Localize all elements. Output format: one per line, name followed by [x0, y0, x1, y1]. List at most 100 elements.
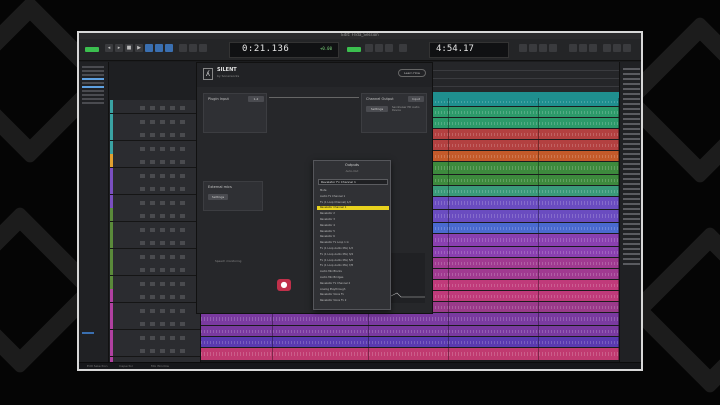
- dropdown-option[interactable]: Fx (1 Loop Audio Mix) 7/8: [317, 264, 389, 268]
- clip-list-item[interactable]: [623, 243, 640, 245]
- track-toggle-button[interactable]: [180, 254, 185, 259]
- audio-region[interactable]: [539, 118, 619, 128]
- track-toggle-button[interactable]: [150, 268, 155, 272]
- audio-region[interactable]: [449, 234, 539, 246]
- track-toggle-button[interactable]: [160, 308, 165, 313]
- track-list-item[interactable]: [82, 90, 104, 92]
- rewind-button[interactable]: ◂: [105, 44, 113, 52]
- track-toggle-button[interactable]: [180, 241, 185, 245]
- track-toggle-button[interactable]: [140, 214, 145, 218]
- tool-button[interactable]: [199, 44, 207, 52]
- track-toggle-button[interactable]: [140, 268, 145, 272]
- track-toggle-button[interactable]: [160, 173, 165, 178]
- audio-region[interactable]: [539, 269, 619, 279]
- track-toggle-button[interactable]: [180, 119, 185, 124]
- track-toggle-button[interactable]: [140, 119, 145, 124]
- clip-list-item[interactable]: [623, 193, 640, 195]
- clip-list-item[interactable]: [623, 168, 640, 170]
- track-toggle-button[interactable]: [170, 119, 175, 124]
- clip-list-item[interactable]: [623, 188, 640, 190]
- track-toggle-button[interactable]: [150, 349, 155, 353]
- tool-button[interactable]: [569, 44, 577, 52]
- clip-list-item[interactable]: [623, 253, 640, 255]
- status-right[interactable]: Mix Window: [151, 364, 169, 368]
- track-toggle-button[interactable]: [140, 335, 145, 340]
- track-toggle-button[interactable]: [150, 214, 155, 218]
- track-toggle-button[interactable]: [160, 214, 165, 218]
- tool-button[interactable]: [179, 44, 187, 52]
- track-toggle-button[interactable]: [180, 335, 185, 340]
- audio-region[interactable]: [449, 162, 539, 174]
- audio-region[interactable]: [369, 313, 449, 325]
- dropdown-option[interactable]: Revelator Voice Fx 2: [317, 299, 389, 303]
- audio-region[interactable]: [539, 326, 619, 336]
- track-toggle-button[interactable]: [140, 295, 145, 299]
- track-toggle-button[interactable]: [140, 281, 145, 286]
- track-header[interactable]: [110, 329, 200, 344]
- track-header[interactable]: [110, 221, 200, 236]
- clip-list-item[interactable]: [623, 203, 640, 205]
- track-toggle-button[interactable]: [150, 200, 155, 205]
- clip-list-item[interactable]: [623, 133, 640, 135]
- track-toggle-button[interactable]: [170, 322, 175, 326]
- clip-list-item[interactable]: [623, 198, 640, 200]
- track-toggle-button[interactable]: [160, 133, 165, 137]
- track-toggle-button[interactable]: [170, 187, 175, 191]
- dropdown-option[interactable]: Audio Mix Bridges: [317, 276, 389, 280]
- clip-list-item[interactable]: [623, 118, 640, 120]
- audio-region[interactable]: [449, 140, 539, 150]
- track-header[interactable]: [110, 343, 200, 357]
- settings-button[interactable]: Settings: [366, 106, 388, 112]
- clip-list-item[interactable]: [623, 143, 640, 145]
- track-toggle-button[interactable]: [160, 335, 165, 340]
- audio-region[interactable]: [539, 234, 619, 246]
- track-toggle-button[interactable]: [150, 173, 155, 178]
- audio-region[interactable]: [449, 269, 539, 279]
- audio-region[interactable]: [201, 313, 273, 325]
- dropdown-option[interactable]: Revelator 4: [317, 224, 389, 228]
- tool-button[interactable]: [529, 44, 537, 52]
- audio-region[interactable]: [539, 186, 619, 196]
- audio-region[interactable]: [449, 291, 539, 301]
- track-toggle-button[interactable]: [170, 349, 175, 353]
- clip-list-item[interactable]: [623, 248, 640, 250]
- clip-list-item[interactable]: [623, 73, 640, 75]
- track-toggle-button[interactable]: [180, 268, 185, 272]
- track-list-item[interactable]: [82, 86, 104, 88]
- track-toggle-button[interactable]: [140, 200, 145, 205]
- clip-list-item[interactable]: [623, 83, 640, 85]
- track-toggle-button[interactable]: [170, 254, 175, 259]
- audio-region[interactable]: [449, 313, 539, 325]
- status-left[interactable]: Edit Selection: [87, 364, 108, 368]
- track-toggle-button[interactable]: [160, 295, 165, 299]
- track-toggle-button[interactable]: [170, 214, 175, 218]
- tool-button[interactable]: [613, 44, 621, 52]
- audio-region[interactable]: [539, 140, 619, 150]
- audio-region[interactable]: [449, 107, 539, 117]
- track-toggle-button[interactable]: [170, 335, 175, 340]
- track-header[interactable]: [110, 140, 200, 155]
- audio-region[interactable]: [539, 107, 619, 117]
- audio-region[interactable]: [201, 348, 273, 360]
- clip-list-item[interactable]: [623, 158, 640, 160]
- audio-region[interactable]: [539, 337, 619, 347]
- tool-button[interactable]: [549, 44, 557, 52]
- track-toggle-button[interactable]: [160, 349, 165, 353]
- track-list-item[interactable]: [82, 102, 104, 104]
- track-toggle-button[interactable]: [160, 322, 165, 326]
- track-header[interactable]: [110, 127, 200, 141]
- track-toggle-button[interactable]: [180, 187, 185, 191]
- plugin-input-select[interactable]: 1-2: [248, 96, 264, 102]
- clip-list-item[interactable]: [623, 128, 640, 130]
- audio-region[interactable]: [539, 223, 619, 233]
- track-toggle-button[interactable]: [160, 200, 165, 205]
- external-settings-button[interactable]: Settings: [208, 194, 228, 200]
- track-toggle-button[interactable]: [150, 335, 155, 340]
- track-toggle-button[interactable]: [180, 146, 185, 151]
- clip-list-item[interactable]: [623, 148, 640, 150]
- audio-region[interactable]: [369, 337, 449, 347]
- track-list-item[interactable]: [82, 74, 104, 76]
- track-toggle-button[interactable]: [170, 295, 175, 299]
- track-header[interactable]: [110, 262, 200, 276]
- play-button[interactable]: ▶: [135, 44, 143, 52]
